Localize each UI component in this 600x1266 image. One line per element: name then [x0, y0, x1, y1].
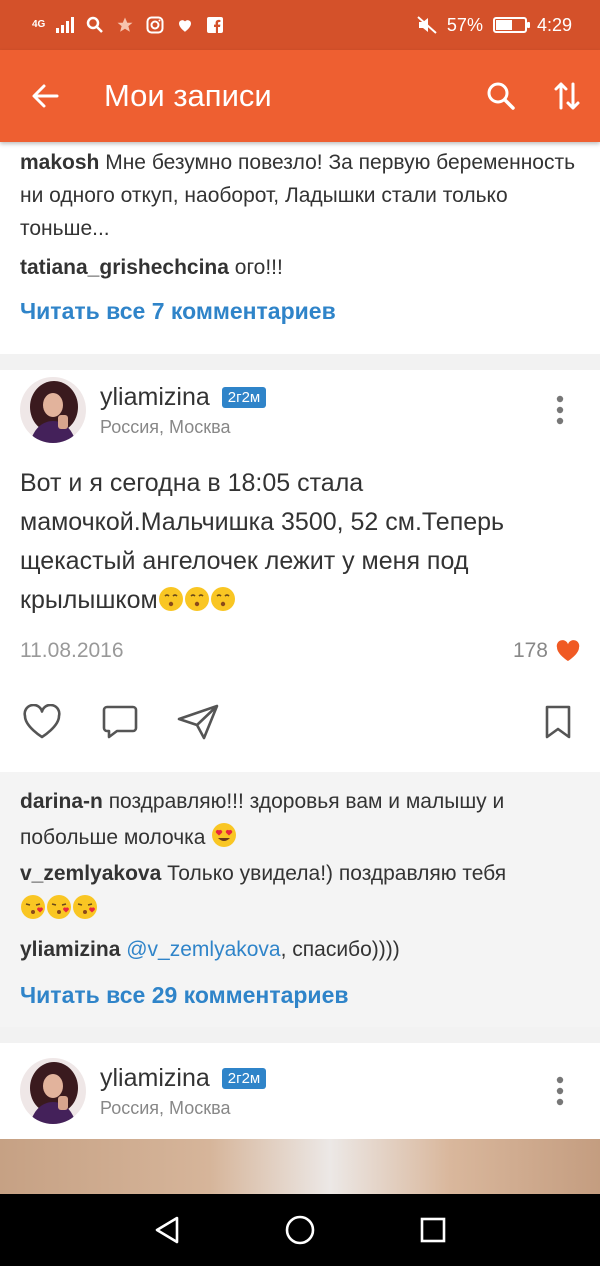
post-date: 11.08.2016: [20, 639, 124, 662]
post-action-bar: [0, 672, 600, 772]
send-icon: [177, 704, 219, 740]
comment-user[interactable]: tatiana_grishechcina: [20, 256, 229, 279]
child-badge: 2г2м: [221, 386, 267, 408]
comment-user[interactable]: makosh: [20, 151, 99, 174]
post-photo[interactable]: [0, 1139, 600, 1194]
post-location[interactable]: Россия, Москва: [100, 417, 266, 438]
comment: darina-n поздравляю!!! здоровья вам и ма…: [0, 784, 600, 856]
post: yliamizina 2г2м Россия, Москва: [0, 1043, 600, 1194]
more-vertical-icon: [556, 395, 564, 425]
avatar[interactable]: [20, 1058, 86, 1124]
likes-counter[interactable]: 178: [513, 639, 580, 663]
child-badge: 2г2м: [221, 1067, 267, 1089]
previous-post-comments: makosh Мне безумно повезло! За первую бе…: [0, 142, 600, 354]
comment-mention[interactable]: @v_zemlyakova: [126, 938, 280, 961]
app-bar: Мои записи: [0, 50, 600, 142]
kissing-face-emoji-icon: [158, 587, 183, 611]
comment-user[interactable]: v_zemlyakova: [20, 862, 161, 885]
square-recents-icon: [421, 1217, 446, 1243]
comment-user[interactable]: darina-n: [20, 790, 103, 813]
post-header: yliamizina 2г2м Россия, Москва: [0, 1043, 600, 1139]
comment-bubble-icon: [102, 705, 138, 739]
heart-outline-icon: [23, 704, 61, 739]
kissing-heart-emoji-icon: [73, 895, 97, 919]
feed[interactable]: makosh Мне безумно повезло! За первую бе…: [0, 142, 600, 1194]
status-bar: 4G 57% 4:29: [0, 0, 600, 50]
likes-count: 178: [512, 639, 548, 662]
avatar[interactable]: [20, 377, 86, 443]
battery-fill: [495, 20, 512, 30]
mute-icon: [417, 15, 437, 35]
read-all-comments-link[interactable]: Читать все 29 комментариев: [0, 982, 600, 1009]
kissing-face-emoji-icon: [184, 587, 209, 611]
comment-text: Только увидела!) поздравляю тебя: [167, 862, 507, 885]
post-header: yliamizina 2г2м Россия, Москва: [0, 370, 600, 450]
clock: 4:29: [536, 14, 572, 35]
post-menu-button[interactable]: [540, 1071, 580, 1111]
nav-home-button[interactable]: [270, 1200, 330, 1260]
circle-home-icon: [285, 1215, 315, 1245]
comment-text: Мне безумно повезло! За первую беременно…: [20, 151, 576, 240]
battery-percent: 57%: [446, 14, 483, 35]
kissing-heart-emoji-icon: [47, 895, 71, 919]
comment-text: ого!!!: [234, 256, 283, 279]
share-button[interactable]: [176, 700, 220, 744]
bookmark-icon: [545, 705, 571, 739]
post-text: Вот и я сегодна в 18:05 стала мамочкой.М…: [0, 450, 600, 620]
star-notification-icon: [115, 15, 135, 35]
more-vertical-icon: [556, 1076, 564, 1106]
comment-user[interactable]: yliamizina: [20, 938, 120, 961]
read-all-comments-link[interactable]: Читать все 7 комментариев: [0, 298, 600, 325]
back-arrow-icon: [32, 84, 59, 108]
search-button[interactable]: [468, 50, 534, 142]
navigation-bar: [0, 1194, 600, 1266]
nav-back-button[interactable]: [137, 1200, 197, 1260]
search-notification-icon: [85, 15, 105, 35]
bookmark-button[interactable]: [536, 700, 580, 744]
post-username[interactable]: yliamizina: [100, 1064, 210, 1093]
facebook-notification-icon: [205, 15, 225, 35]
comment-button[interactable]: [98, 700, 142, 744]
network-type: 4G: [32, 19, 46, 30]
comment: makosh Мне безумно повезло! За первую бе…: [0, 146, 600, 245]
heart-filled-icon: [556, 640, 580, 661]
kissing-heart-emoji-icon: [21, 895, 45, 919]
post: yliamizina 2г2м Россия, Москва Вот и я с…: [0, 370, 600, 1027]
kissing-face-emoji-icon: [210, 587, 235, 611]
search-icon: [487, 82, 515, 110]
signal-icon: [55, 15, 75, 35]
post-comments: darina-n поздравляю!!! здоровья вам и ма…: [0, 772, 600, 1027]
post-location[interactable]: Россия, Москва: [100, 1098, 266, 1119]
comment-text: , спасибо)))): [280, 938, 400, 961]
comment: tatiana_grishechcina ого!!!: [0, 251, 600, 284]
instagram-notification-icon: [145, 15, 165, 35]
back-button[interactable]: [0, 50, 90, 142]
nav-recents-button[interactable]: [403, 1200, 463, 1260]
triangle-back-icon: [155, 1216, 178, 1244]
post-menu-button[interactable]: [540, 390, 580, 430]
post-body: Вот и я сегодна в 18:05 стала мамочкой.М…: [20, 469, 505, 614]
sort-button[interactable]: [534, 50, 600, 142]
page-title: Мои записи: [104, 78, 272, 113]
heart-notification-icon: [175, 15, 195, 35]
post-username[interactable]: yliamizina: [100, 383, 210, 412]
like-button[interactable]: [20, 700, 64, 744]
sort-icon: [554, 82, 580, 110]
comment: yliamizina @v_zemlyakova, спасибо)))): [0, 932, 600, 968]
battery-icon: [492, 17, 530, 33]
post-stats: 11.08.2016 178: [0, 620, 600, 672]
comment: v_zemlyakova Только увидела!) поздравляю…: [0, 856, 600, 928]
heart-eyes-emoji-icon: [212, 823, 237, 847]
